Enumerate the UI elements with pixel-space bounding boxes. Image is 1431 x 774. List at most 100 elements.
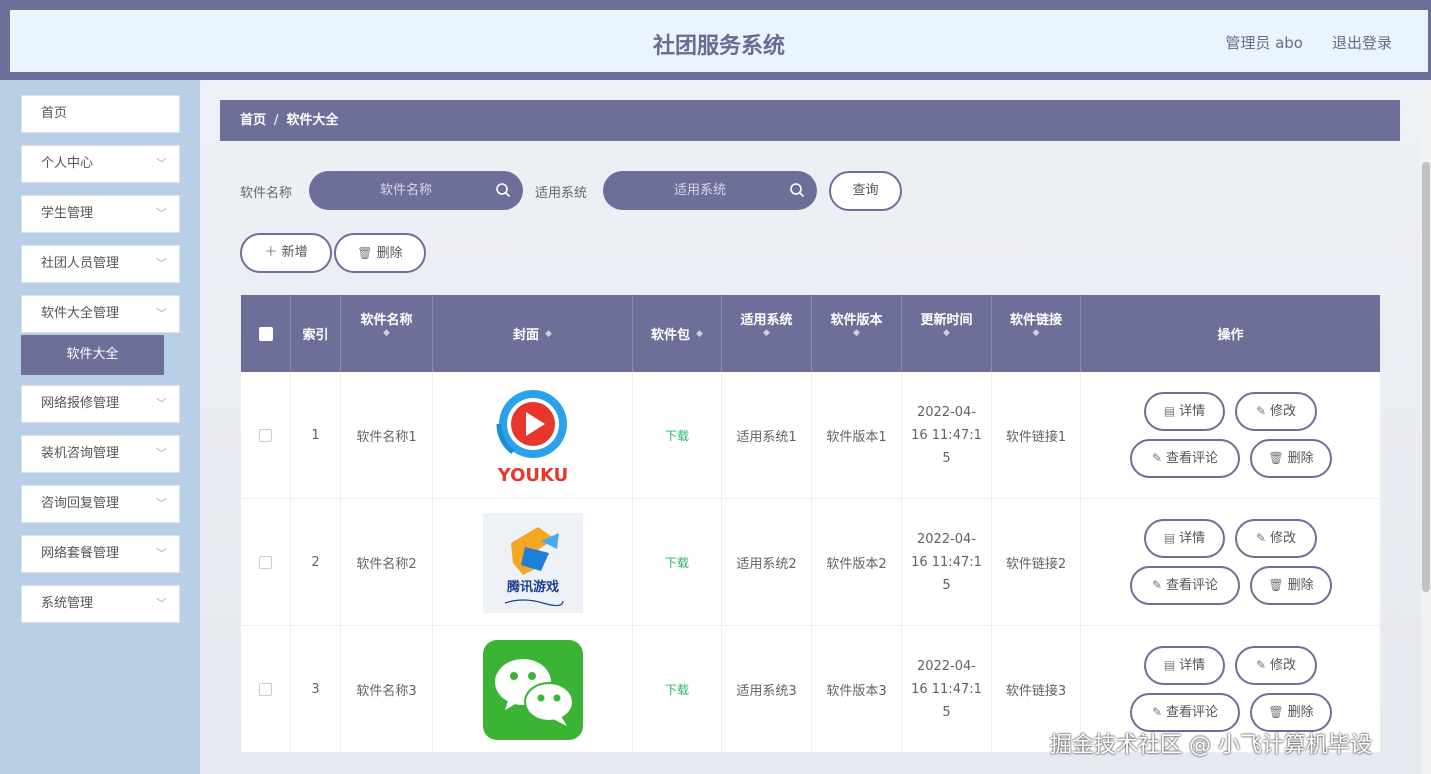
trash-icon: 🗑 [357,246,373,260]
breadcrumb-home[interactable]: 首页 [240,113,266,128]
pencil-icon: ✎ [1255,658,1267,672]
edit-button[interactable]: ✎ 修改 [1235,646,1317,685]
cell-package: 下载 [633,499,722,626]
delete-label: 删除 [1287,578,1314,593]
cell-index: 2 [291,499,341,626]
sidebar-item-consult-reply[interactable]: 咨询回复管理 ﹀ [21,485,180,523]
row-checkbox[interactable] [259,429,272,442]
detail-button[interactable]: ▤ 详情 [1144,519,1225,558]
sidebar-subitem-software-list[interactable]: 软件大全 [21,335,164,375]
sort-icon: ◆ [763,328,770,338]
breadcrumb: 首页 / 软件大全 [220,100,1400,141]
sidebar-item-club-members[interactable]: 社团人员管理 ﹀ [21,245,180,283]
pencil-icon: ✎ [1151,578,1163,592]
view-comments-button[interactable]: ✎ 查看评论 [1130,439,1240,478]
sidebar-item-home[interactable]: 首页 [21,95,180,133]
add-button-label: 新增 [281,245,308,260]
logo-wordmark: 腾讯游戏 [505,579,558,595]
chevron-down-icon: ﹀ [156,307,167,320]
row-delete-button[interactable]: 🗑 删除 [1250,439,1332,478]
select-all-checkbox[interactable] [258,326,273,341]
table-row: 2 软件名称2 腾讯游戏 下载 适用系统2 软件版本2 2022-04- 16 1… [241,499,1380,626]
search-name-input[interactable] [309,171,523,210]
updated-line: 2022-04- [916,405,976,420]
youku-logo-image: YOUKU [495,389,568,486]
cell-package: 下载 [633,626,722,753]
row-checkbox[interactable] [259,683,272,696]
document-icon: ▤ [1163,531,1176,545]
pencil-icon: ✎ [1151,451,1163,465]
cell-updated: 2022-04- 16 11:47:1 5 [902,626,992,753]
search-icon [496,183,511,198]
delete-label: 删除 [1287,705,1314,720]
sidebar-item-label: 社团人员管理 [41,256,120,271]
download-link[interactable]: 下载 [665,681,689,698]
page-scrollbar[interactable] [1421,80,1431,774]
updated-line: 16 11:47:1 [911,428,982,443]
download-link[interactable]: 下载 [665,554,689,571]
sidebar-item-students[interactable]: 学生管理 ﹀ [21,195,180,233]
cell-version: 软件版本1 [812,372,902,499]
comments-label: 查看评论 [1166,451,1219,466]
updated-line: 5 [942,451,951,466]
edit-button[interactable]: ✎ 修改 [1235,519,1317,558]
cell-version: 软件版本3 [812,626,902,753]
row-delete-button[interactable]: 🗑 删除 [1250,566,1332,605]
admin-username: 管理员 abo [1225,34,1303,52]
cell-cover: YOUKU [433,372,633,499]
edit-label: 修改 [1270,404,1297,419]
detail-label: 详情 [1179,531,1206,546]
header-updated[interactable]: 更新时间 ◆ [902,295,992,372]
edit-button[interactable]: ✎ 修改 [1235,392,1317,431]
sidebar-item-label: 软件大全管理 [41,306,120,321]
breadcrumb-current: 软件大全 [286,113,339,128]
chevron-down-icon: ﹀ [156,447,167,460]
updated-line: 5 [942,705,951,720]
header-label: 适用系统 [740,313,793,328]
sidebar-item-software[interactable]: 软件大全管理 ﹀ [21,295,180,333]
header-label: 软件名称 [360,313,413,328]
sidebar-item-system[interactable]: 系统管理 ﹀ [21,585,180,623]
sort-icon: ◆ [853,328,860,338]
delete-button-label: 删除 [376,246,403,261]
sidebar-item-network-plans[interactable]: 网络套餐管理 ﹀ [21,535,180,573]
select-all-cell [241,295,291,372]
cell-name: 软件名称1 [341,372,433,499]
search-system-input[interactable] [603,171,817,210]
sidebar-item-install-consult[interactable]: 装机咨询管理 ﹀ [21,435,180,473]
header-label: 软件链接 [1009,313,1062,328]
header-package[interactable]: 软件包 ◆ [633,295,722,372]
delete-button[interactable]: 🗑 删除 [334,233,426,273]
logout-link[interactable]: 退出登录 [1332,32,1392,53]
header-cover[interactable]: 封面 ◆ [433,295,633,372]
detail-button[interactable]: ▤ 详情 [1144,646,1225,685]
delete-label: 删除 [1287,451,1314,466]
cell-package: 下载 [633,372,722,499]
chevron-down-icon: ﹀ [156,157,167,170]
row-checkbox[interactable] [259,556,272,569]
pencil-icon: ✎ [1151,705,1163,719]
scrollbar-thumb[interactable] [1422,162,1430,592]
sidebar-item-label: 咨询回复管理 [41,496,120,511]
cell-name: 软件名称2 [341,499,433,626]
detail-button[interactable]: ▤ 详情 [1144,392,1225,431]
sidebar-item-personal-center[interactable]: 个人中心 ﹀ [21,145,180,183]
view-comments-button[interactable]: ✎ 查看评论 [1130,566,1240,605]
header-version[interactable]: 软件版本 ◆ [812,295,902,372]
pencil-icon: ✎ [1255,531,1267,545]
sidebar-item-repair[interactable]: 网络报修管理 ﹀ [21,385,180,423]
sidebar-item-label: 首页 [41,106,68,121]
header-system[interactable]: 适用系统 ◆ [722,295,812,372]
row-select-cell [241,626,291,753]
sidebar-item-label: 个人中心 [41,156,94,171]
header-name[interactable]: 软件名称 ◆ [341,295,433,372]
header-link[interactable]: 软件链接 ◆ [992,295,1081,372]
updated-line: 2022-04- [916,532,976,547]
sidebar-item-label: 学生管理 [41,206,94,221]
query-button[interactable]: 查询 [829,171,902,211]
add-button[interactable]: ＋ 新增 [240,233,332,273]
sidebar-item-label: 装机咨询管理 [41,446,120,461]
pencil-icon: ✎ [1255,404,1267,418]
cell-cover: 腾讯游戏 [433,499,633,626]
download-link[interactable]: 下载 [665,427,689,444]
